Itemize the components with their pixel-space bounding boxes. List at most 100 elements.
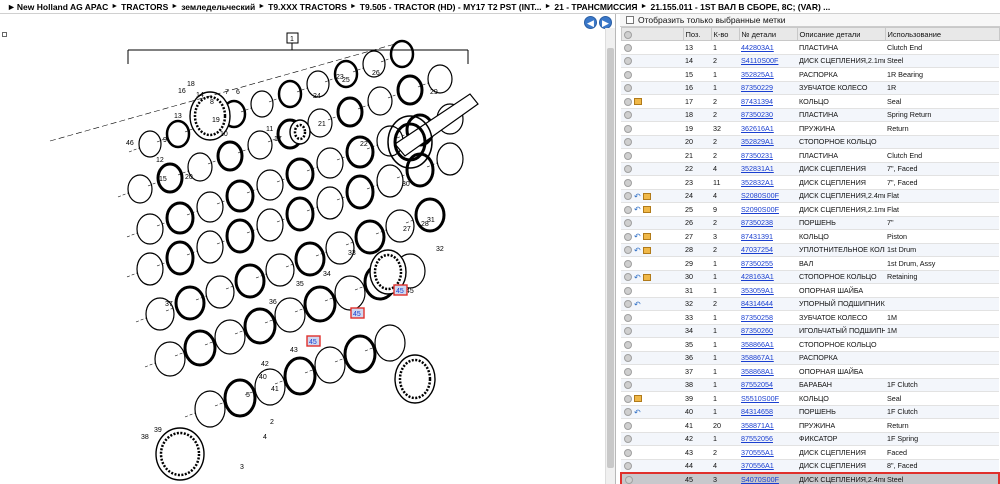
callout-label[interactable]: 34 <box>323 271 331 278</box>
part-number-link[interactable]: 87350238 <box>739 216 797 230</box>
callout-label[interactable]: 41 <box>271 386 279 393</box>
select-row-icon[interactable] <box>624 340 632 349</box>
callout-label[interactable]: 38 <box>141 434 149 441</box>
part-number-link[interactable]: 358868A1 <box>739 364 797 379</box>
replacement-arrow-icon[interactable]: ↶ <box>634 300 641 309</box>
part-number-link[interactable]: 352829A1 <box>739 135 797 149</box>
callout-label[interactable]: 42 <box>261 361 269 368</box>
table-row[interactable]: 31 1 353059A1 ОПОРНАЯ ШАЙБА <box>621 283 999 298</box>
kit-box-icon[interactable] <box>634 98 642 106</box>
callout-label[interactable]: 46 <box>126 140 134 147</box>
part-number-text[interactable]: 84314658 <box>741 407 773 416</box>
callout-label[interactable]: 43 <box>290 347 298 354</box>
part-number-text[interactable]: 358871A1 <box>741 421 774 430</box>
table-row[interactable]: 16 1 87350229 ЗУБЧАТОЕ КОЛЕСО 1R <box>621 81 999 95</box>
table-row[interactable]: 453S4070S00F ДИСК СЦЕПЛЕНИЯ,2.4mm ThkStee… <box>620 471 1000 484</box>
callout-label[interactable]: 31 <box>427 217 435 224</box>
part-number-text[interactable]: 87350230 <box>741 110 773 119</box>
select-row-icon[interactable] <box>624 313 632 322</box>
breadcrumb-item[interactable]: New Holland AG APAC <box>17 2 108 12</box>
callout-label[interactable]: 3 <box>240 464 244 471</box>
select-row-icon[interactable] <box>624 219 632 228</box>
select-row-icon[interactable] <box>624 394 632 403</box>
part-number-text[interactable]: 353059A1 <box>741 286 774 295</box>
settings-icon[interactable] <box>623 30 632 39</box>
breadcrumb-item[interactable]: 21.155.011 - 1ST ВАЛ В СБОРЕ, 8С; (VAR) … <box>650 2 830 12</box>
callout-label[interactable]: 35 <box>296 281 304 288</box>
show-selected-only-label[interactable]: Отобразить только выбранные метки <box>638 15 786 25</box>
table-row[interactable]: 43 2 370555A1 ДИСК СЦЕПЛЕНИЯ Faced <box>621 445 999 460</box>
part-number-link[interactable]: 87350255 <box>739 256 797 271</box>
table-row[interactable]: 23 11 352832A1 ДИСК СЦЕПЛЕНИЯ 7", Faced <box>621 175 999 190</box>
part-number-text[interactable]: 87350255 <box>741 259 773 268</box>
table-row[interactable]: 20 2 352829A1 СТОПОРНОЕ КОЛЬЦО <box>621 135 999 149</box>
part-number-link[interactable]: 358867A1 <box>739 351 797 365</box>
part-number-text[interactable]: 442803A1 <box>741 43 774 52</box>
callout-label[interactable]: 20 <box>185 174 193 181</box>
part-number-link[interactable]: 87350230 <box>739 108 797 122</box>
part-number-text[interactable]: 87552054 <box>741 380 773 389</box>
kit-box-icon[interactable] <box>642 206 651 214</box>
callout-label[interactable]: 4 <box>263 434 267 441</box>
select-row-icon[interactable] <box>624 70 632 79</box>
part-number-text[interactable]: 87431394 <box>741 97 773 106</box>
callout-label[interactable]: 24 <box>313 93 321 100</box>
part-number-text[interactable]: 87431391 <box>741 232 773 241</box>
select-row-icon[interactable] <box>624 124 632 133</box>
part-number-link[interactable]: 362616A1 <box>739 121 797 136</box>
highlighted-callout-label[interactable]: 45 <box>396 288 404 295</box>
table-row[interactable]: 38 1 87552054 БАРАБАН 1F Clutch <box>621 378 999 392</box>
part-number-text[interactable]: 47037254 <box>741 245 773 254</box>
part-number-link[interactable]: S5510S00F <box>739 391 797 406</box>
callout-label[interactable]: 13 <box>174 113 182 120</box>
kit-box-icon[interactable] <box>634 395 642 403</box>
part-number-link[interactable]: 353059A1 <box>739 283 797 298</box>
part-number-link[interactable]: 84314658 <box>739 405 797 419</box>
callout-label[interactable]: 14 <box>196 92 204 99</box>
callout-label[interactable]: 39 <box>154 427 162 434</box>
callout-label[interactable]: 11 <box>266 126 273 133</box>
table-row[interactable]: 22 4 352831A1 ДИСК СЦЕПЛЕНИЯ 7", Faced <box>621 162 999 176</box>
table-row[interactable]: 34187350260 ИГОЛЬЧАТЫЙ ПОДШИПНИК1M <box>621 324 999 338</box>
part-number-text[interactable]: 352831A1 <box>741 164 774 173</box>
part-number-text[interactable]: S4070S00F <box>741 475 779 484</box>
part-number-link[interactable]: S4070S00F <box>739 471 797 484</box>
table-row[interactable]: ↶ 27 3 87431391 КОЛЬЦО Piston <box>621 229 999 244</box>
select-row-icon[interactable] <box>624 367 632 376</box>
select-row-icon[interactable] <box>624 259 632 268</box>
select-row-icon[interactable] <box>624 43 632 52</box>
part-number-text[interactable]: 370556A1 <box>741 461 774 470</box>
select-row-icon[interactable] <box>624 421 632 430</box>
part-number-link[interactable]: 84314644 <box>739 297 797 311</box>
table-row[interactable]: 37 1 358868A1 ОПОРНАЯ ШАЙБА <box>621 364 999 379</box>
part-number-text[interactable]: 87350238 <box>741 218 773 227</box>
callout-label[interactable]: 8 <box>210 99 214 106</box>
callout-label[interactable]: 26 <box>372 70 380 77</box>
table-row[interactable]: 15 1 352825A1 РАСПОРКА 1R Bearing <box>621 67 999 82</box>
callout-label[interactable]: 25 <box>342 77 350 84</box>
show-selected-only-checkbox[interactable] <box>626 16 634 24</box>
select-row-icon[interactable] <box>624 408 632 417</box>
header-usage[interactable]: Использование <box>884 27 1000 41</box>
table-row[interactable]: ↶ 259S2090S00F ДИСК СЦЕПЛЕНИЯ,2.1mm ThkFla… <box>621 202 999 217</box>
breadcrumb-item[interactable]: T9.XXX TRACTORS <box>268 2 347 12</box>
kit-box-icon[interactable] <box>642 246 651 254</box>
table-row[interactable]: 29 1 87350255 ВАЛ 1st Drum, Assy <box>621 256 999 271</box>
part-number-link[interactable]: 87552054 <box>739 378 797 392</box>
replacement-arrow-icon[interactable]: ↶ <box>634 273 641 282</box>
callout-label[interactable]: 15 <box>159 176 167 183</box>
part-number-link[interactable]: 87431394 <box>739 94 797 109</box>
part-number-text[interactable]: 87350258 <box>741 313 773 322</box>
select-row-icon[interactable] <box>624 300 632 309</box>
callout-label[interactable]: 12 <box>156 157 164 164</box>
part-number-text[interactable]: 84314644 <box>741 299 773 308</box>
select-row-icon[interactable] <box>624 192 632 201</box>
table-row[interactable]: ↶ 30 1 428163A1 СТОПОРНОЕ КОЛЬЦО Retaining <box>621 270 999 284</box>
select-row-icon[interactable] <box>624 84 632 93</box>
callout-label[interactable]: 9 <box>163 137 167 144</box>
part-number-link[interactable]: 87350260 <box>739 324 797 338</box>
select-row-icon[interactable] <box>624 178 632 187</box>
replacement-arrow-icon[interactable]: ↶ <box>634 232 641 241</box>
select-row-icon[interactable] <box>624 286 632 295</box>
part-number-text[interactable]: S4110S00F <box>741 56 778 65</box>
